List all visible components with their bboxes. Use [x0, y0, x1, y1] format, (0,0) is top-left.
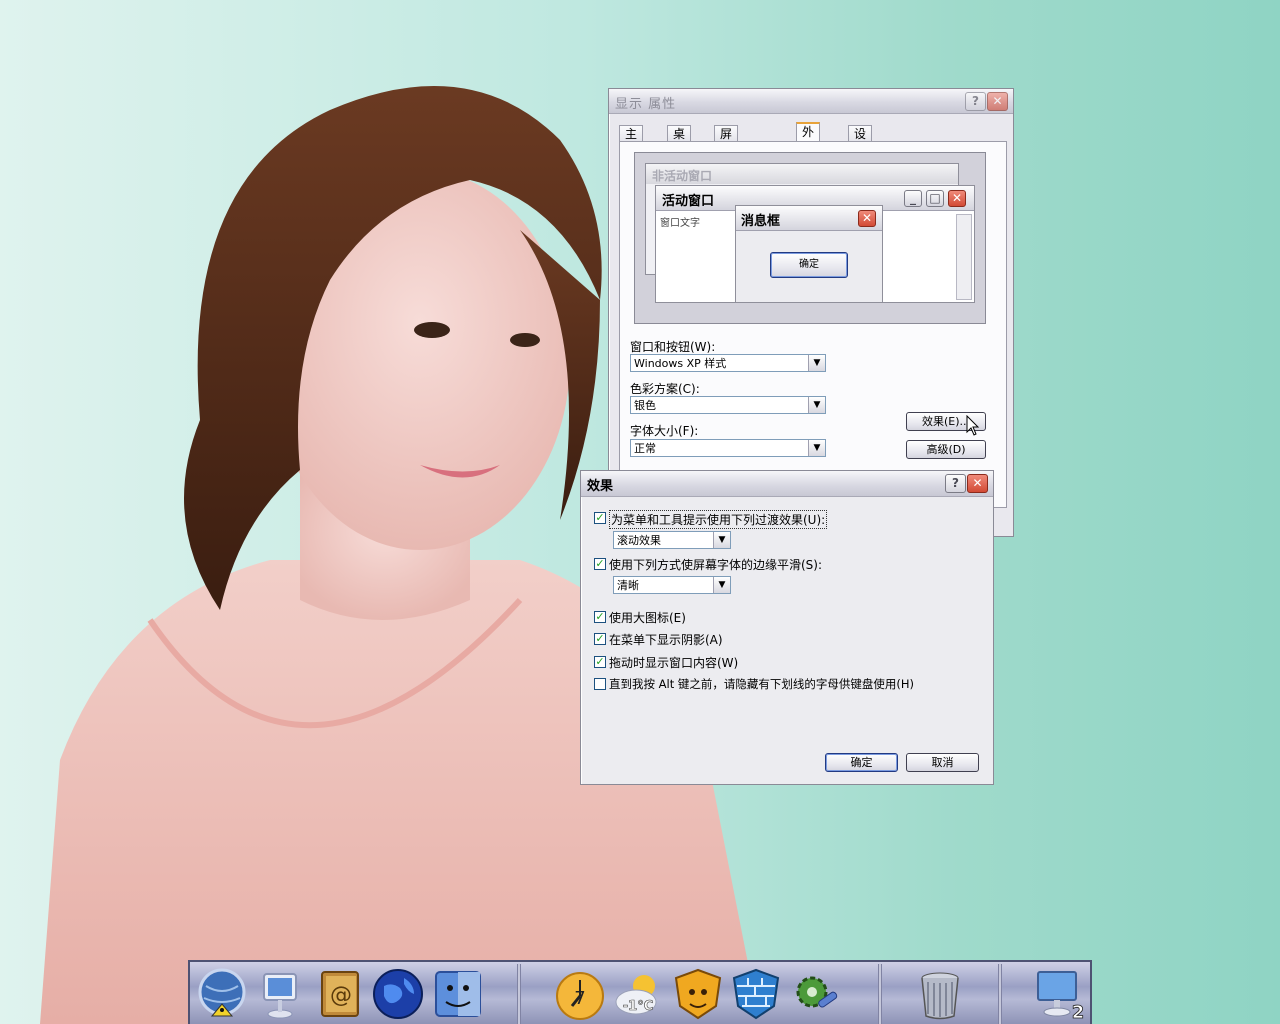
- effects-titlebar[interactable]: 效果 ? ✕: [581, 471, 993, 497]
- weather-icon[interactable]: -1°C: [610, 966, 666, 1022]
- close-button[interactable]: ✕: [967, 474, 988, 493]
- advanced-button[interactable]: 高级(D): [906, 440, 986, 459]
- font-smoothing-checkbox[interactable]: ✓: [594, 558, 606, 570]
- maximize-icon: □: [926, 190, 944, 207]
- my-computer-icon[interactable]: [252, 966, 308, 1022]
- dock-bar: @ 7 -1°C 2: [188, 960, 1092, 1024]
- windows-buttons-label: 窗口和按钮(W):: [630, 340, 716, 354]
- tab-themes[interactable]: 主题: [619, 125, 644, 157]
- close-icon: ✕: [858, 210, 876, 227]
- preview-msgbox-title: 消息框: [741, 214, 781, 229]
- tab-desktop[interactable]: 桌面: [667, 125, 692, 157]
- drag-contents-checkbox[interactable]: ✓: [594, 656, 606, 668]
- transition-effect-label[interactable]: 为菜单和工具提示使用下列过渡效果(U):: [609, 510, 828, 529]
- font-size-select[interactable]: 正常 ▼: [630, 439, 826, 457]
- hide-underline-label[interactable]: 直到我按 Alt 键之前，请隐藏有下划线的字母供键盘使用(H): [609, 676, 914, 692]
- drag-contents-label[interactable]: 拖动时显示窗口内容(W): [609, 654, 738, 671]
- network-places-icon[interactable]: [194, 966, 250, 1022]
- menu-shadow-checkbox[interactable]: ✓: [594, 633, 606, 645]
- chevron-down-icon: ▼: [808, 397, 825, 413]
- dock-separator: [517, 964, 521, 1024]
- minimize-icon: _: [904, 190, 922, 207]
- chevron-down-icon: ▼: [713, 532, 730, 548]
- color-scheme-label: 色彩方案(C):: [630, 382, 700, 396]
- appearance-preview: 非活动窗口 活动窗口 _ □ ✕ 窗口文字 消息框 ✕ 确定: [634, 152, 986, 324]
- preview-message-box: 消息框 ✕ 确定: [735, 205, 883, 303]
- transition-effect-checkbox[interactable]: ✓: [594, 512, 606, 524]
- hide-underline-checkbox[interactable]: [594, 678, 606, 690]
- ok-button[interactable]: 确定: [825, 753, 898, 772]
- preview-ok-button: 确定: [770, 252, 848, 278]
- clock-icon[interactable]: 7: [552, 966, 608, 1022]
- clock-hour-text: 7: [574, 988, 585, 1009]
- desktop-number-badge: 2: [1072, 1002, 1085, 1022]
- large-icons-label[interactable]: 使用大图标(E): [609, 609, 686, 626]
- windows-buttons-select[interactable]: Windows XP 样式 ▼: [630, 354, 826, 372]
- font-size-label: 字体大小(F):: [630, 424, 699, 438]
- address-book-icon[interactable]: @: [312, 966, 368, 1022]
- help-button[interactable]: ?: [945, 474, 966, 493]
- help-button[interactable]: ?: [965, 92, 986, 111]
- window-title: 显示 属性: [615, 97, 677, 112]
- close-button[interactable]: ✕: [987, 92, 1008, 111]
- font-smoothing-label[interactable]: 使用下列方式使屏幕字体的边缘平滑(S):: [609, 556, 822, 573]
- dock-separator: [998, 964, 1002, 1024]
- mouse-cursor-icon: [966, 415, 980, 436]
- preview-inactive-title: 非活动窗口: [652, 169, 713, 183]
- finder-icon[interactable]: [430, 966, 486, 1022]
- chevron-down-icon: ▼: [808, 355, 825, 371]
- transition-effect-select[interactable]: 滚动效果 ▼: [613, 531, 731, 549]
- internet-globe-icon[interactable]: [370, 966, 426, 1022]
- system-tools-icon[interactable]: [788, 966, 844, 1022]
- large-icons-checkbox[interactable]: ✓: [594, 611, 606, 623]
- weather-temp-text: -1°C: [623, 999, 653, 1014]
- effects-dialog: 效果 ? ✕ ✓ 为菜单和工具提示使用下列过渡效果(U): 滚动效果 ▼ ✓ 使…: [580, 470, 994, 785]
- tab-screensaver[interactable]: 屏幕保护程序: [714, 125, 739, 221]
- cancel-button[interactable]: 取消: [906, 753, 979, 772]
- menu-shadow-label[interactable]: 在菜单下显示阴影(A): [609, 631, 723, 648]
- chevron-down-icon: ▼: [713, 577, 730, 593]
- preview-window-text: 窗口文字: [660, 218, 700, 229]
- color-scheme-select[interactable]: 银色 ▼: [630, 396, 826, 414]
- display-properties-titlebar[interactable]: 显示 属性 ? ✕: [609, 89, 1013, 114]
- preview-active-title: 活动窗口: [662, 194, 715, 209]
- appearance-panel: 非活动窗口 活动窗口 _ □ ✕ 窗口文字 消息框 ✕ 确定 窗口和按钮(W):…: [619, 141, 1007, 508]
- svg-text:@: @: [330, 983, 352, 1008]
- effects-title: 效果: [587, 479, 614, 494]
- virtual-desktop-icon[interactable]: 2: [1030, 966, 1086, 1022]
- preview-scrollbar: [956, 214, 972, 300]
- font-smoothing-select[interactable]: 清晰 ▼: [613, 576, 731, 594]
- chevron-down-icon: ▼: [808, 440, 825, 456]
- antivirus-lion-icon[interactable]: [670, 966, 726, 1022]
- dock-separator: [878, 964, 882, 1024]
- tab-settings[interactable]: 设置: [848, 125, 873, 157]
- close-icon: ✕: [948, 190, 966, 207]
- recycle-bin-icon[interactable]: [912, 966, 968, 1022]
- firewall-shield-icon[interactable]: [728, 966, 784, 1022]
